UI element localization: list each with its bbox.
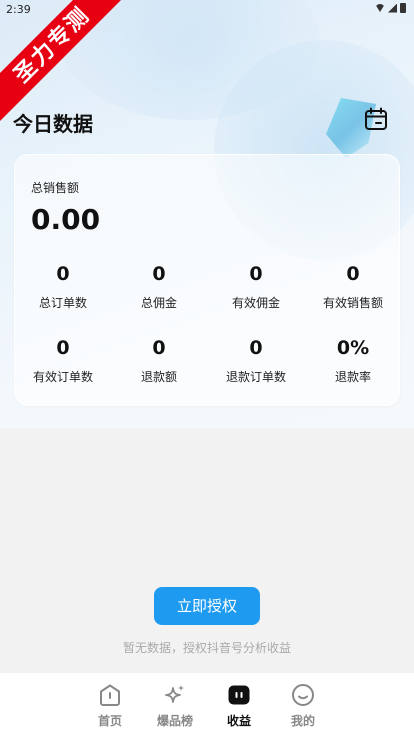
stat-label: 退款订单数 bbox=[225, 370, 286, 384]
status-icons bbox=[375, 3, 406, 13]
stat-label: 退款额 bbox=[140, 370, 177, 384]
stat-value: 0 bbox=[56, 337, 70, 359]
total-sales-label: 总销售额 bbox=[31, 181, 80, 195]
today-data-card: 总销售额 0.00 0 总订单数 0 总佣金 0 有效佣金 0 有效销售额 0 … bbox=[14, 154, 400, 406]
total-sales-amount: 0.00 bbox=[31, 203, 101, 236]
stat-valid-orders: 0 有效订单数 bbox=[15, 337, 111, 385]
ribbon-text: 圣力专测 bbox=[0, 0, 135, 128]
stat-total-commission: 0 总佣金 bbox=[111, 263, 207, 311]
tab-profile[interactable]: 我的 bbox=[273, 683, 333, 729]
stat-valid-sales: 0 有效销售额 bbox=[305, 263, 401, 311]
profile-icon bbox=[292, 684, 314, 706]
stat-value: 0% bbox=[336, 337, 370, 359]
empty-state-message: 暂无数据，授权抖音号分析收益 bbox=[122, 641, 291, 655]
bottom-tab-bar: 首页 爆品榜 收益 我的 bbox=[0, 673, 414, 736]
stat-label: 有效订单数 bbox=[32, 370, 93, 384]
stat-refund-amount: 0 退款额 bbox=[111, 337, 207, 385]
home-icon bbox=[100, 684, 120, 706]
tab-label: 我的 bbox=[290, 714, 315, 728]
authorize-button[interactable]: 立即授权 bbox=[154, 587, 260, 625]
sparkle-icon bbox=[165, 685, 184, 703]
calendar-icon[interactable] bbox=[364, 107, 388, 131]
signal-icon bbox=[388, 3, 397, 13]
earnings-icon bbox=[228, 685, 250, 705]
test-ribbon: 圣力专测 bbox=[0, 0, 140, 140]
tab-earnings[interactable]: 收益 bbox=[209, 683, 269, 729]
wifi-icon bbox=[375, 4, 385, 12]
stat-value: 0 bbox=[249, 337, 263, 359]
battery-icon bbox=[400, 3, 406, 13]
stat-label: 有效销售额 bbox=[322, 296, 383, 310]
stat-value: 0 bbox=[346, 263, 360, 285]
stat-refund-orders: 0 退款订单数 bbox=[208, 337, 304, 385]
stat-label: 退款率 bbox=[334, 370, 371, 384]
tab-label: 收益 bbox=[226, 714, 251, 728]
tab-hot-products[interactable]: 爆品榜 bbox=[145, 683, 205, 729]
tab-home[interactable]: 首页 bbox=[80, 683, 140, 729]
stat-label: 总订单数 bbox=[38, 296, 87, 310]
stat-total-orders: 0 总订单数 bbox=[15, 263, 111, 311]
stat-value: 0 bbox=[152, 263, 166, 285]
tab-label: 首页 bbox=[97, 714, 122, 728]
stat-label: 总佣金 bbox=[140, 296, 177, 310]
tab-label: 爆品榜 bbox=[156, 714, 193, 728]
stat-value: 0 bbox=[56, 263, 70, 285]
stat-value: 0 bbox=[152, 337, 166, 359]
stat-valid-commission: 0 有效佣金 bbox=[208, 263, 304, 311]
stat-value: 0 bbox=[249, 263, 263, 285]
stat-label: 有效佣金 bbox=[231, 296, 280, 310]
stat-refund-rate: 0% 退款率 bbox=[305, 337, 401, 385]
